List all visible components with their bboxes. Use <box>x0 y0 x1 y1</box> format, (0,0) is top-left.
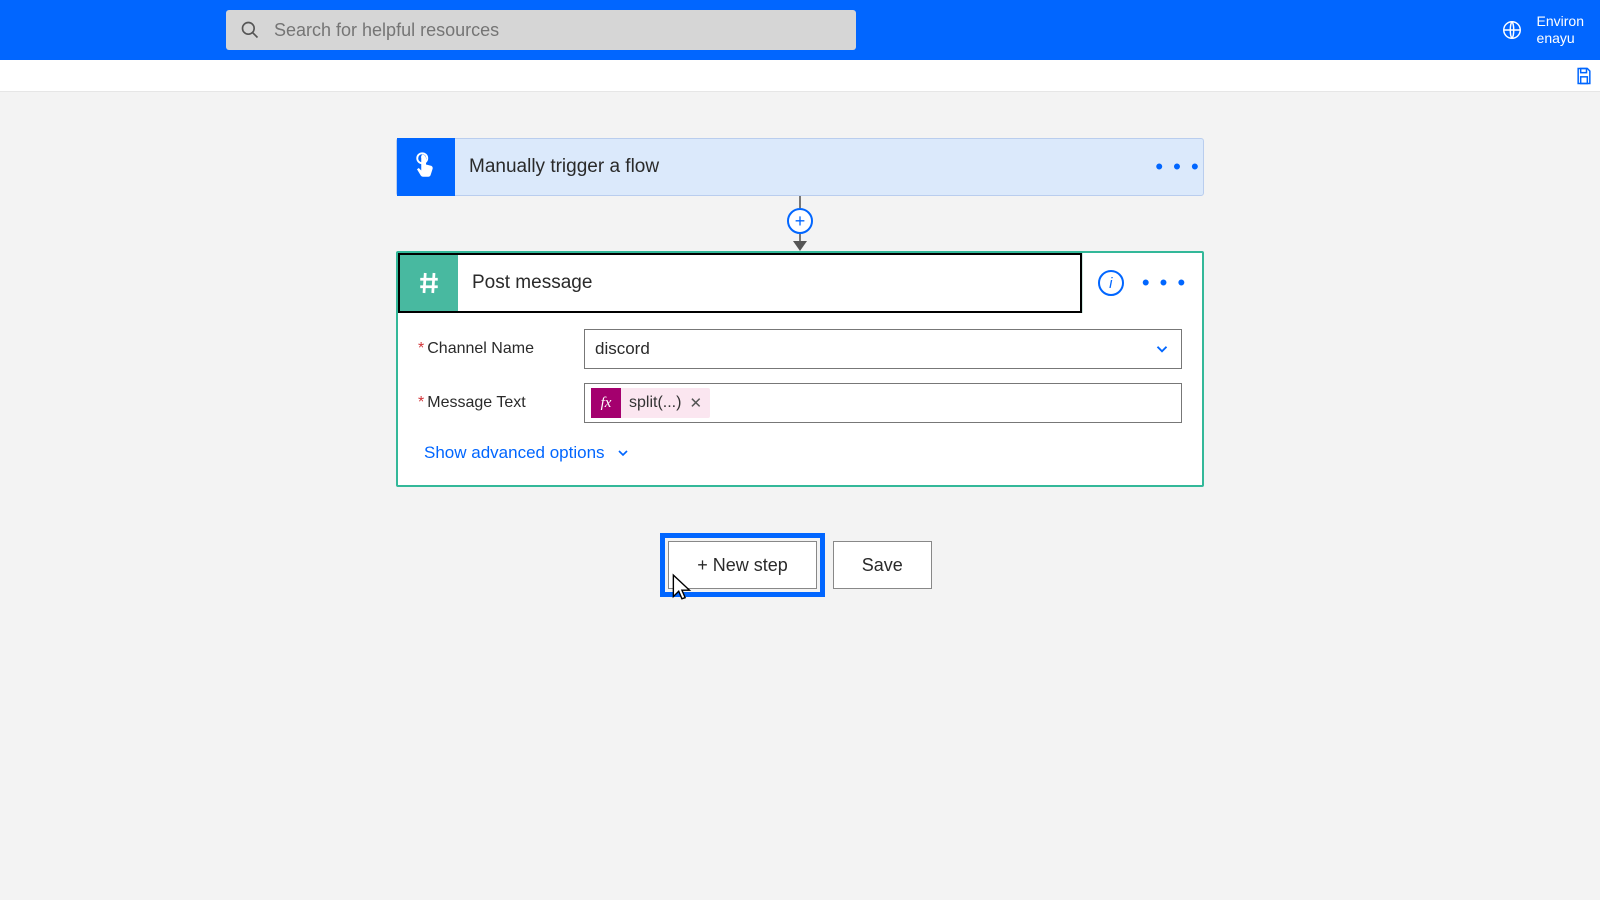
action-menu-button[interactable]: • • • <box>1142 270 1187 296</box>
connector-line <box>799 196 801 208</box>
env-line1: Environ <box>1537 13 1584 30</box>
channel-name-row: *Channel Name discord <box>418 329 1182 369</box>
save-button[interactable]: Save <box>833 541 932 589</box>
env-line2: enayu <box>1537 30 1584 47</box>
hash-icon <box>414 268 444 298</box>
action-title: Post message <box>458 272 1080 294</box>
chevron-down-icon <box>615 445 631 461</box>
add-action-button[interactable]: + <box>787 208 813 234</box>
message-text-label: *Message Text <box>418 394 584 412</box>
advanced-options-toggle[interactable]: Show advanced options <box>418 437 1182 477</box>
trigger-card[interactable]: Manually trigger a flow • • • <box>396 138 1204 196</box>
channel-name-label: *Channel Name <box>418 340 584 358</box>
connector: + <box>787 196 813 251</box>
connector-arrow-icon <box>793 241 807 251</box>
flow-canvas: Manually trigger a flow • • • + Post mes… <box>0 92 1600 589</box>
token-remove-button[interactable]: ✕ <box>689 394 702 412</box>
action-header-main[interactable]: Post message <box>398 253 1082 313</box>
advanced-options-label: Show advanced options <box>424 443 605 463</box>
channel-name-value: discord <box>595 339 650 359</box>
ellipsis-icon: • • • <box>1155 154 1200 180</box>
save-icon[interactable] <box>1574 66 1594 86</box>
button-row: + New step Save <box>668 541 932 589</box>
expression-token[interactable]: fx split(...) ✕ <box>591 388 710 418</box>
expression-token-text: split(...) <box>629 394 681 412</box>
channel-name-dropdown[interactable]: discord <box>584 329 1182 369</box>
search-icon <box>240 20 260 40</box>
touch-icon <box>411 152 441 182</box>
message-text-row: *Message Text fx split(...) ✕ <box>418 383 1182 423</box>
ellipsis-icon: • • • <box>1142 270 1187 296</box>
trigger-icon <box>397 138 455 196</box>
trigger-menu-button[interactable]: • • • <box>1153 154 1203 180</box>
trigger-title: Manually trigger a flow <box>455 156 1153 178</box>
globe-icon[interactable] <box>1501 19 1523 41</box>
environment-label: Environ enayu <box>1537 13 1584 47</box>
slack-icon <box>400 255 458 311</box>
action-body: *Channel Name discord *Message Text fx s… <box>398 313 1202 485</box>
info-icon: i <box>1109 275 1112 292</box>
action-card: Post message i • • • *Channel Name disco… <box>396 251 1204 487</box>
action-header[interactable]: Post message i • • • <box>398 253 1202 313</box>
app-header: Environ enayu <box>0 0 1600 60</box>
fx-icon: fx <box>591 388 621 418</box>
info-button[interactable]: i <box>1098 270 1124 296</box>
command-bar <box>0 60 1600 92</box>
search-input[interactable] <box>274 20 842 41</box>
chevron-down-icon <box>1153 340 1171 358</box>
message-text-input[interactable]: fx split(...) ✕ <box>584 383 1182 423</box>
action-side-controls: i • • • <box>1082 253 1202 313</box>
header-right: Environ enayu <box>1501 13 1584 47</box>
search-box[interactable] <box>226 10 856 50</box>
new-step-button[interactable]: + New step <box>668 541 817 589</box>
